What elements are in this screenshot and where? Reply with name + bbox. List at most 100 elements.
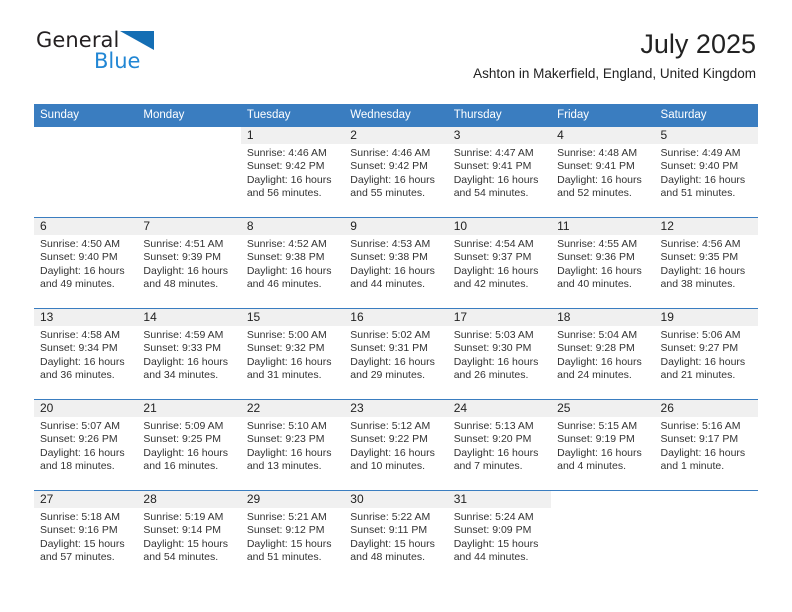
daylight-text-line1: Daylight: 16 hours — [246, 264, 332, 277]
day-details: Sunrise: 5:13 AM Sunset: 9:20 PM Daylight:… — [448, 417, 551, 474]
sunrise-text: Sunrise: 5:18 AM — [40, 511, 120, 523]
sunrise-text: Sunrise: 5:16 AM — [660, 420, 741, 432]
calendar-day-cell[interactable]: 29 Sunrise: 5:21 AM Sunset: 9:12 PM Dayligh… — [240, 490, 345, 581]
calendar-day-cell[interactable]: 16 Sunrise: 5:02 AM Sunset: 9:31 PM Dayligh… — [344, 308, 448, 400]
daylight-text-line1: Daylight: 15 hours — [143, 537, 229, 550]
calendar-day-cell[interactable]: 14 Sunrise: 4:59 AM Sunset: 9:33 PM Dayligh… — [137, 308, 241, 400]
sunrise-text: Sunrise: 5:21 AM — [246, 511, 327, 523]
calendar-day-cell[interactable]: 28 Sunrise: 5:19 AM Sunset: 9:14 PM Dayligh… — [137, 490, 241, 581]
daylight-text-line1: Daylight: 16 hours — [660, 446, 746, 459]
day-details: Sunrise: 5:22 AM Sunset: 9:11 PM Daylight:… — [344, 508, 447, 565]
daylight-text-line2: and 31 minutes. — [246, 369, 322, 382]
daylight-text-line2: and 44 minutes. — [453, 551, 529, 564]
calendar-day-cell[interactable]: 3 Sunrise: 4:47 AM Sunset: 9:41 PM Daylight… — [447, 127, 552, 218]
calendar-day-cell[interactable]: 17 Sunrise: 5:03 AM Sunset: 9:30 PM Dayligh… — [447, 308, 552, 400]
daylight-text-line1: Daylight: 16 hours — [143, 355, 229, 368]
calendar-day-cell[interactable]: 24 Sunrise: 5:13 AM Sunset: 9:20 PM Dayligh… — [447, 399, 552, 491]
daylight-text-line1: Daylight: 16 hours — [246, 173, 332, 186]
day-number: 21 — [137, 400, 241, 417]
calendar-cell-empty — [34, 127, 137, 218]
calendar-day-cell[interactable]: 30 Sunrise: 5:22 AM Sunset: 9:11 PM Dayligh… — [344, 490, 448, 581]
sunrise-text: Sunrise: 5:09 AM — [143, 420, 224, 432]
sunrise-text: Sunrise: 5:13 AM — [453, 420, 534, 432]
sunrise-text: Sunrise: 4:59 AM — [143, 329, 224, 341]
calendar-day-cell[interactable]: 25 Sunrise: 5:15 AM Sunset: 9:19 PM Dayligh… — [551, 399, 655, 491]
calendar-day-cell[interactable]: 23 Sunrise: 5:12 AM Sunset: 9:22 PM Dayligh… — [344, 399, 448, 491]
daylight-text-line1: Daylight: 16 hours — [453, 173, 539, 186]
calendar-body: 1 Sunrise: 4:46 AM Sunset: 9:42 PM Daylight… — [34, 127, 758, 581]
daylight-text-line1: Daylight: 16 hours — [350, 446, 435, 459]
sunset-text: Sunset: 9:34 PM — [40, 342, 118, 355]
calendar-day-cell[interactable]: 31 Sunrise: 5:24 AM Sunset: 9:09 PM Dayligh… — [447, 490, 552, 581]
daylight-text-line1: Daylight: 16 hours — [246, 446, 332, 459]
calendar-day-cell[interactable]: 4 Sunrise: 4:48 AM Sunset: 9:41 PM Daylight… — [551, 127, 655, 218]
calendar-day-cell[interactable]: 5 Sunrise: 4:49 AM Sunset: 9:40 PM Daylight… — [654, 127, 758, 218]
weekday-header-wednesday: Wednesday — [344, 104, 448, 127]
daylight-text-line2: and 36 minutes. — [40, 369, 115, 382]
calendar-day-cell[interactable]: 26 Sunrise: 5:16 AM Sunset: 9:17 PM Dayligh… — [654, 399, 758, 491]
day-number: 4 — [551, 127, 655, 144]
day-number: 6 — [34, 218, 138, 235]
daylight-text-line1: Daylight: 16 hours — [557, 173, 642, 186]
daylight-text-line1: Daylight: 16 hours — [557, 264, 642, 277]
day-number: 30 — [344, 491, 448, 508]
sunrise-text: Sunrise: 5:22 AM — [350, 511, 431, 523]
sunset-text: Sunset: 9:30 PM — [453, 342, 532, 355]
day-number: 23 — [344, 400, 448, 417]
calendar-week-row: 1 Sunrise: 4:46 AM Sunset: 9:42 PM Daylight… — [34, 127, 758, 218]
daylight-text-line1: Daylight: 16 hours — [660, 173, 746, 186]
day-number: 18 — [551, 309, 655, 326]
calendar-day-cell[interactable]: 10 Sunrise: 4:54 AM Sunset: 9:37 PM Dayligh… — [447, 217, 552, 309]
sunset-text: Sunset: 9:25 PM — [143, 433, 222, 446]
sunset-text: Sunset: 9:36 PM — [557, 251, 635, 264]
calendar-day-cell[interactable]: 27 Sunrise: 5:18 AM Sunset: 9:16 PM Dayligh… — [34, 490, 138, 581]
calendar-day-cell[interactable]: 19 Sunrise: 5:06 AM Sunset: 9:27 PM Dayligh… — [654, 308, 758, 400]
day-number: 8 — [240, 218, 345, 235]
day-number: 22 — [240, 400, 345, 417]
sunrise-text: Sunrise: 4:56 AM — [660, 238, 741, 250]
sunset-text: Sunset: 9:42 PM — [246, 160, 325, 173]
daylight-text-line2: and 49 minutes. — [40, 278, 115, 291]
sunset-text: Sunset: 9:16 PM — [40, 524, 118, 537]
day-details: Sunrise: 5:07 AM Sunset: 9:26 PM Daylight:… — [34, 417, 137, 474]
calendar-day-cell[interactable]: 15 Sunrise: 5:00 AM Sunset: 9:32 PM Dayligh… — [240, 308, 345, 400]
daylight-text-line1: Daylight: 15 hours — [40, 537, 125, 550]
calendar-day-cell[interactable]: 21 Sunrise: 5:09 AM Sunset: 9:25 PM Dayligh… — [137, 399, 241, 491]
day-number: 5 — [654, 127, 758, 144]
calendar-day-cell[interactable]: 8 Sunrise: 4:52 AM Sunset: 9:38 PM Daylight… — [240, 217, 345, 309]
day-details: Sunrise: 5:03 AM Sunset: 9:30 PM Daylight:… — [448, 326, 551, 383]
sunset-text: Sunset: 9:31 PM — [350, 342, 428, 355]
calendar-day-cell[interactable]: 1 Sunrise: 4:46 AM Sunset: 9:42 PM Daylight… — [240, 127, 345, 218]
day-number: 14 — [137, 309, 241, 326]
sunset-text: Sunset: 9:09 PM — [453, 524, 532, 537]
day-details: Sunrise: 4:54 AM Sunset: 9:37 PM Daylight:… — [448, 235, 551, 292]
calendar-day-cell[interactable]: 9 Sunrise: 4:53 AM Sunset: 9:38 PM Daylight… — [344, 217, 448, 309]
day-details: Sunrise: 4:56 AM Sunset: 9:35 PM Daylight:… — [655, 235, 758, 292]
calendar-cell-empty — [551, 490, 655, 581]
day-number — [655, 491, 758, 508]
page-header: General Blue July 2025 Ashton in Makerfi… — [0, 0, 792, 81]
calendar-day-cell[interactable]: 7 Sunrise: 4:51 AM Sunset: 9:39 PM Daylight… — [137, 217, 241, 309]
sunrise-text: Sunrise: 4:53 AM — [350, 238, 431, 250]
calendar-day-cell[interactable]: 18 Sunrise: 5:04 AM Sunset: 9:28 PM Dayligh… — [551, 308, 655, 400]
calendar-day-cell[interactable]: 22 Sunrise: 5:10 AM Sunset: 9:23 PM Dayligh… — [240, 399, 345, 491]
sunrise-text: Sunrise: 5:04 AM — [557, 329, 638, 341]
calendar-day-cell[interactable]: 6 Sunrise: 4:50 AM Sunset: 9:40 PM Daylight… — [34, 217, 138, 309]
calendar-day-cell[interactable]: 11 Sunrise: 4:55 AM Sunset: 9:36 PM Dayligh… — [551, 217, 655, 309]
logo-text-blue: Blue — [94, 49, 141, 73]
sunrise-text: Sunrise: 4:50 AM — [40, 238, 120, 250]
calendar-day-cell[interactable]: 12 Sunrise: 4:56 AM Sunset: 9:35 PM Dayligh… — [654, 217, 758, 309]
daylight-text-line1: Daylight: 16 hours — [557, 355, 642, 368]
calendar-day-cell[interactable]: 13 Sunrise: 4:58 AM Sunset: 9:34 PM Dayligh… — [34, 308, 138, 400]
calendar-day-cell[interactable]: 2 Sunrise: 4:46 AM Sunset: 9:42 PM Daylight… — [344, 127, 448, 218]
sunrise-text: Sunrise: 5:00 AM — [246, 329, 327, 341]
day-number — [137, 127, 240, 144]
day-details: Sunrise: 5:19 AM Sunset: 9:14 PM Daylight:… — [137, 508, 240, 565]
calendar-week-row: 13 Sunrise: 4:58 AM Sunset: 9:34 PM Dayligh… — [34, 308, 758, 400]
day-details: Sunrise: 4:46 AM Sunset: 9:42 PM Daylight:… — [344, 144, 447, 201]
daylight-text-line1: Daylight: 16 hours — [660, 355, 746, 368]
weekday-header-thursday: Thursday — [447, 104, 552, 127]
day-details: Sunrise: 4:51 AM Sunset: 9:39 PM Daylight:… — [137, 235, 240, 292]
day-number: 31 — [447, 491, 552, 508]
calendar-day-cell[interactable]: 20 Sunrise: 5:07 AM Sunset: 9:26 PM Dayligh… — [34, 399, 138, 491]
